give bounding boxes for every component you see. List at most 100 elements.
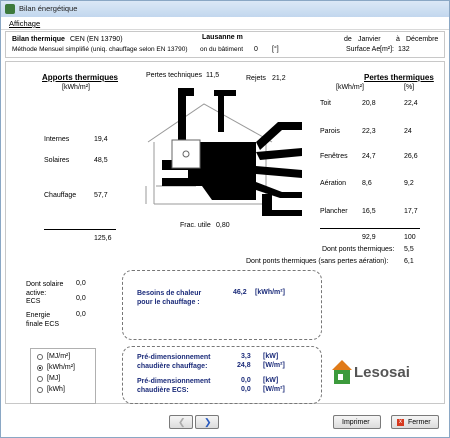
- arrow-left-icon: ❮: [178, 417, 186, 427]
- loss-label-aeration: Aération: [320, 180, 347, 187]
- unit-radio-kwhm2[interactable]: [37, 365, 43, 371]
- final-energy-value: 0,0: [76, 311, 86, 318]
- needs-unit: [kWh/m²]: [255, 289, 285, 296]
- sizing-ecs-kw-unit: [kW]: [263, 377, 279, 384]
- unit-radio-kwh[interactable]: [37, 387, 43, 393]
- rejects-label: Rejets: [246, 75, 266, 82]
- orientation-value: 0: [254, 46, 258, 53]
- losses-total-rule: [320, 228, 420, 229]
- thermal-bridges-noair-label: Dont ponts thermiques (sans pertes aérat…: [246, 258, 389, 265]
- gains-unit: [kWh/m²]: [62, 84, 90, 91]
- sizing-ecs-wm2-unit: [W/m²]: [263, 386, 285, 393]
- loss-label-plancher: Plancher: [320, 208, 348, 215]
- menu-bar: Affichage: [1, 17, 449, 30]
- gains-title: Apports thermiques: [42, 73, 119, 82]
- sizing-heating-kw-unit: [kW]: [263, 353, 279, 360]
- gain-label-internes: Internes: [44, 136, 70, 143]
- sizing-ecs-label: Pré-dimensionnement chaudière ECS:: [137, 378, 211, 394]
- prev-button[interactable]: ❮: [169, 415, 193, 429]
- losses-total: 92,9: [362, 234, 376, 241]
- house-logo-icon: [332, 360, 352, 384]
- losses-unit-kwh: [kWh/m²]: [336, 84, 364, 91]
- unit-label-mjm2: [MJ/m²]: [47, 353, 71, 360]
- header-method: Méthode Mensuel simplifié (uniq. chauffa…: [12, 46, 188, 53]
- solar-active-value: 0,0: [76, 280, 86, 287]
- arrow-right-icon: ❯: [204, 417, 212, 427]
- sizing-box: Pré-dimensionnement chaudière chauffage:…: [122, 346, 322, 404]
- loss-value-fenetres: 24,7: [362, 153, 376, 160]
- period-to[interactable]: Décembre: [406, 36, 438, 43]
- util-factor-label: Frac. utile: [180, 222, 211, 229]
- header-label: Bilan thermique: [12, 36, 65, 43]
- losses-title: Pertes thermiques: [364, 73, 434, 82]
- orientation-label: on du bâtiment: [200, 46, 244, 53]
- header-panel: Bilan thermique CEN (EN 13790) Méthode M…: [5, 31, 445, 58]
- units-group: [MJ/m²] [kWh/m²] [MJ] [kWh]: [30, 348, 96, 404]
- gains-total-rule: [44, 229, 116, 230]
- needs-box: Besoins de chaleur pour le chauffage : 4…: [122, 270, 322, 340]
- period-from-label: de: [344, 36, 352, 43]
- loss-pct-aeration: 9,2: [404, 180, 414, 187]
- util-factor-value: 0,80: [216, 222, 230, 229]
- thermal-bridges-value: 5,5: [404, 246, 414, 253]
- close-label: Fermer: [408, 419, 431, 426]
- area-unit: [m²]:: [380, 46, 394, 53]
- header-norm: CEN (EN 13790): [70, 36, 123, 43]
- area-value: 132: [398, 46, 410, 53]
- final-energy-label: Energie finale ECS: [26, 312, 60, 328]
- needs-label: Besoins de chaleur pour le chauffage :: [137, 290, 202, 306]
- logo-text: Lesosai: [354, 364, 410, 381]
- loss-label-fenetres: Fenêtres: [320, 153, 348, 160]
- menu-affichage[interactable]: Affichage: [9, 19, 40, 28]
- energy-flow-diagram: [145, 88, 302, 216]
- sizing-heating-label: Pré-dimensionnement chaudière chauffage:: [137, 354, 211, 370]
- loss-pct-fenetres: 26,6: [404, 153, 418, 160]
- orientation-unit: [°]: [272, 46, 279, 53]
- gain-label-solaires: Solaires: [44, 157, 70, 164]
- gains-total: 125,6: [94, 235, 112, 242]
- area-label: Surface Ae: [346, 46, 381, 53]
- unit-label-kwh: [kWh]: [47, 386, 65, 393]
- loss-label-parois: Parois: [320, 128, 340, 135]
- technical-losses-label: Pertes techniques: [146, 72, 203, 79]
- technical-losses-value: 11,5: [206, 72, 220, 79]
- loss-label-toit: Toit: [320, 100, 331, 107]
- rejects-value: 21,2: [272, 75, 286, 82]
- sizing-heating-wm2-unit: [W/m²]: [263, 362, 285, 369]
- losses-total-pct: 100: [404, 234, 416, 241]
- next-button[interactable]: ❯: [195, 415, 219, 429]
- sizing-heating-kw: 3,3: [241, 353, 251, 360]
- print-label: Imprimer: [342, 419, 370, 426]
- thermal-bridges-label: Dont ponts thermiques:: [322, 246, 395, 253]
- needs-value: 46,2: [233, 289, 247, 296]
- title-bar: Bilan énergétique: [1, 1, 449, 17]
- gain-label-chauffage: Chauffage: [44, 192, 77, 199]
- loss-value-plancher: 16,5: [362, 208, 376, 215]
- boiler-icon: [171, 139, 201, 169]
- print-button[interactable]: Imprimer: [333, 415, 381, 429]
- unit-radio-mjm2[interactable]: [37, 354, 43, 360]
- unit-label-kwhm2: [kWh/m²]: [47, 364, 75, 371]
- ecs-value: 0,0: [76, 295, 86, 302]
- header-location: Lausanne m: [202, 34, 243, 41]
- bilan-window: Bilan énergétique Affichage Bilan thermi…: [0, 0, 450, 438]
- window-title: Bilan énergétique: [19, 4, 78, 13]
- losses-unit-pct: [%]: [404, 84, 415, 91]
- main-panel: Apports thermiques [kWh/m²] Internes 19,…: [5, 61, 445, 404]
- close-button[interactable]: x Fermer: [391, 415, 439, 429]
- loss-value-toit: 20,8: [362, 100, 376, 107]
- lesosai-logo: Lesosai: [332, 358, 422, 386]
- solar-active-label: Dont solaire active:: [26, 281, 64, 297]
- sizing-ecs-kw: 0,0: [241, 377, 251, 384]
- loss-pct-toit: 22,4: [404, 100, 418, 107]
- loss-pct-plancher: 17,7: [404, 208, 418, 215]
- unit-label-mj: [MJ]: [47, 375, 61, 382]
- thermal-bridges-noair-value: 6,1: [404, 258, 414, 265]
- period-from[interactable]: Janvier: [358, 36, 381, 43]
- ecs-label: ECS: [26, 298, 41, 305]
- loss-value-parois: 22,3: [362, 128, 376, 135]
- sizing-ecs-wm2: 0,0: [241, 386, 251, 393]
- unit-radio-mj[interactable]: [37, 376, 43, 382]
- sizing-heating-wm2: 24,8: [237, 362, 251, 369]
- loss-value-aeration: 8,6: [362, 180, 372, 187]
